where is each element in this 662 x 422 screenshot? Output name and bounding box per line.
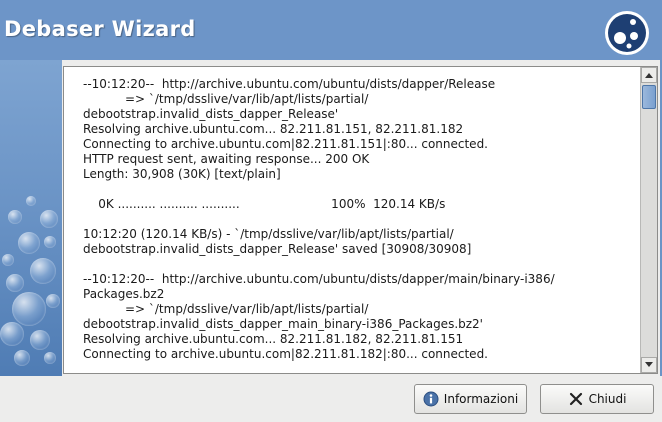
log-line: --10:12:20-- http://archive.ubuntu.com/u… — [83, 272, 555, 286]
log-line: Connecting to archive.ubuntu.com|82.211.… — [83, 137, 488, 151]
log-line: => `/tmp/dsslive/var/lib/apt/lists/parti… — [83, 302, 369, 316]
log-line: --10:12:20-- http://archive.ubuntu.com/u… — [83, 77, 496, 91]
scroll-thumb[interactable] — [642, 85, 656, 109]
close-x-icon — [569, 392, 582, 406]
wizard-header: Debaser Wizard — [0, 0, 662, 60]
scroll-up-button[interactable] — [641, 67, 657, 83]
arrow-down-icon — [645, 362, 653, 367]
log-line: debootstrap.invalid_dists_dapper_Release… — [83, 107, 339, 121]
arrow-up-icon — [645, 73, 653, 78]
info-button-label: Informazioni — [443, 392, 519, 406]
info-button[interactable]: Informazioni — [414, 384, 527, 414]
log-line: Packages.bz2 — [83, 287, 165, 301]
log-view: --10:12:20-- http://archive.ubuntu.com/u… — [63, 66, 658, 374]
window-title: Debaser Wizard — [4, 17, 196, 41]
log-line: Resolving archive.ubuntu.com... 82.211.8… — [83, 332, 464, 346]
decorative-bubbles-sidebar — [0, 60, 62, 376]
log-line: 10:12:20 (120.14 KB/s) - `/tmp/dsslive/v… — [83, 227, 454, 241]
log-line: debootstrap.invalid_dists_dapper_main_bi… — [83, 317, 483, 331]
log-line: => `/tmp/dsslive/var/lib/apt/lists/parti… — [83, 92, 369, 106]
debaser-logo-icon — [605, 11, 649, 55]
vertical-scrollbar[interactable] — [640, 67, 657, 373]
log-text: --10:12:20-- http://archive.ubuntu.com/u… — [65, 68, 640, 362]
close-button[interactable]: Chiudi — [540, 384, 654, 414]
log-line: HTTP request sent, awaiting response... … — [83, 152, 370, 166]
log-line: debootstrap.invalid_dists_dapper_Release… — [83, 242, 472, 256]
info-icon — [423, 391, 439, 407]
close-button-label: Chiudi — [588, 392, 627, 406]
log-line: Length: 30,908 (30K) [text/plain] — [83, 167, 281, 181]
log-textarea[interactable]: --10:12:20-- http://archive.ubuntu.com/u… — [65, 68, 640, 372]
scroll-down-button[interactable] — [641, 357, 657, 373]
log-line: Resolving archive.ubuntu.com... 82.211.8… — [83, 122, 464, 136]
log-line: 0K .......... .......... .......... 100%… — [83, 197, 446, 211]
log-line: Connecting to archive.ubuntu.com|82.211.… — [83, 347, 488, 361]
